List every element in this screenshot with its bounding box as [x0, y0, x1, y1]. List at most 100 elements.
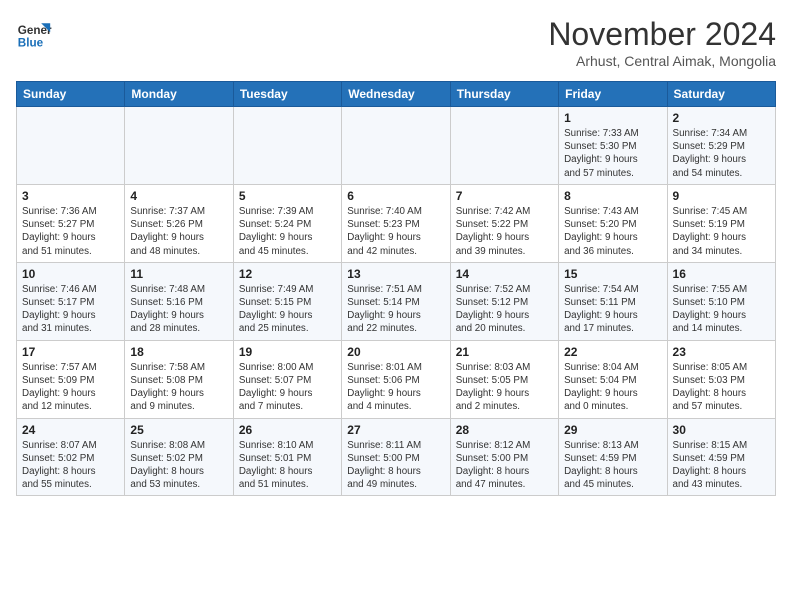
calendar-cell: 20 Sunrise: 8:01 AM Sunset: 5:06 PM Dayli…: [342, 340, 450, 418]
day-number: 6: [347, 189, 444, 203]
day-number: 11: [130, 267, 227, 281]
day-info: Sunrise: 7:33 AM Sunset: 5:30 PM Dayligh…: [564, 127, 661, 180]
day-info: Sunrise: 7:43 AM Sunset: 5:20 PM Dayligh…: [564, 205, 661, 258]
day-info: Sunrise: 7:51 AM Sunset: 5:14 PM Dayligh…: [347, 283, 444, 336]
day-info: Sunrise: 7:48 AM Sunset: 5:16 PM Dayligh…: [130, 283, 227, 336]
day-info: Sunrise: 8:01 AM Sunset: 5:06 PM Dayligh…: [347, 361, 444, 414]
month-title: November 2024: [548, 16, 776, 53]
title-block: November 2024 Arhust, Central Aimak, Mon…: [548, 16, 776, 69]
day-info: Sunrise: 7:34 AM Sunset: 5:29 PM Dayligh…: [673, 127, 770, 180]
calendar-cell: 21 Sunrise: 8:03 AM Sunset: 5:05 PM Dayli…: [450, 340, 558, 418]
day-info: Sunrise: 8:10 AM Sunset: 5:01 PM Dayligh…: [239, 439, 336, 492]
day-number: 17: [22, 345, 119, 359]
day-info: Sunrise: 8:07 AM Sunset: 5:02 PM Dayligh…: [22, 439, 119, 492]
column-header-monday: Monday: [125, 82, 233, 107]
day-number: 8: [564, 189, 661, 203]
day-info: Sunrise: 8:12 AM Sunset: 5:00 PM Dayligh…: [456, 439, 553, 492]
day-info: Sunrise: 7:49 AM Sunset: 5:15 PM Dayligh…: [239, 283, 336, 336]
calendar-cell: 3Sunrise: 7:36 AM Sunset: 5:27 PM Daylig…: [17, 184, 125, 262]
day-number: 10: [22, 267, 119, 281]
day-info: Sunrise: 8:15 AM Sunset: 4:59 PM Dayligh…: [673, 439, 770, 492]
day-number: 28: [456, 423, 553, 437]
calendar-cell: 24 Sunrise: 8:07 AM Sunset: 5:02 PM Dayli…: [17, 418, 125, 496]
svg-text:Blue: Blue: [18, 37, 44, 50]
column-header-saturday: Saturday: [667, 82, 775, 107]
calendar-cell: [342, 107, 450, 185]
day-number: 15: [564, 267, 661, 281]
calendar-header-row: SundayMondayTuesdayWednesdayThursdayFrid…: [17, 82, 776, 107]
day-info: Sunrise: 8:03 AM Sunset: 5:05 PM Dayligh…: [456, 361, 553, 414]
day-number: 4: [130, 189, 227, 203]
day-number: 12: [239, 267, 336, 281]
day-number: 9: [673, 189, 770, 203]
day-info: Sunrise: 7:58 AM Sunset: 5:08 PM Dayligh…: [130, 361, 227, 414]
column-header-tuesday: Tuesday: [233, 82, 341, 107]
calendar-cell: 8 Sunrise: 7:43 AM Sunset: 5:20 PM Daylig…: [559, 184, 667, 262]
calendar-cell: 7Sunrise: 7:42 AM Sunset: 5:22 PM Daylig…: [450, 184, 558, 262]
day-number: 18: [130, 345, 227, 359]
calendar-cell: 27 Sunrise: 8:11 AM Sunset: 5:00 PM Dayli…: [342, 418, 450, 496]
page-header: General Blue November 2024 Arhust, Centr…: [16, 16, 776, 69]
calendar-cell: [17, 107, 125, 185]
calendar-cell: [450, 107, 558, 185]
day-number: 13: [347, 267, 444, 281]
calendar-cell: 16 Sunrise: 7:55 AM Sunset: 5:10 PM Dayli…: [667, 262, 775, 340]
day-info: Sunrise: 7:52 AM Sunset: 5:12 PM Dayligh…: [456, 283, 553, 336]
calendar-cell: 28 Sunrise: 8:12 AM Sunset: 5:00 PM Dayli…: [450, 418, 558, 496]
day-number: 30: [673, 423, 770, 437]
calendar-cell: 6 Sunrise: 7:40 AM Sunset: 5:23 PM Daylig…: [342, 184, 450, 262]
day-info: Sunrise: 8:04 AM Sunset: 5:04 PM Dayligh…: [564, 361, 661, 414]
calendar-cell: [125, 107, 233, 185]
day-info: Sunrise: 7:55 AM Sunset: 5:10 PM Dayligh…: [673, 283, 770, 336]
day-number: 27: [347, 423, 444, 437]
calendar-cell: 13 Sunrise: 7:51 AM Sunset: 5:14 PM Dayli…: [342, 262, 450, 340]
day-number: 19: [239, 345, 336, 359]
day-number: 22: [564, 345, 661, 359]
calendar-week-row: 3Sunrise: 7:36 AM Sunset: 5:27 PM Daylig…: [17, 184, 776, 262]
day-number: 21: [456, 345, 553, 359]
column-header-sunday: Sunday: [17, 82, 125, 107]
calendar-cell: 19 Sunrise: 8:00 AM Sunset: 5:07 PM Dayli…: [233, 340, 341, 418]
day-info: Sunrise: 7:39 AM Sunset: 5:24 PM Dayligh…: [239, 205, 336, 258]
calendar-cell: 12 Sunrise: 7:49 AM Sunset: 5:15 PM Dayli…: [233, 262, 341, 340]
calendar-cell: 25Sunrise: 8:08 AM Sunset: 5:02 PM Dayli…: [125, 418, 233, 496]
calendar-cell: 30 Sunrise: 8:15 AM Sunset: 4:59 PM Dayli…: [667, 418, 775, 496]
day-number: 16: [673, 267, 770, 281]
day-info: Sunrise: 7:45 AM Sunset: 5:19 PM Dayligh…: [673, 205, 770, 258]
day-number: 23: [673, 345, 770, 359]
calendar-cell: 29Sunrise: 8:13 AM Sunset: 4:59 PM Dayli…: [559, 418, 667, 496]
day-number: 14: [456, 267, 553, 281]
calendar-cell: 10Sunrise: 7:46 AM Sunset: 5:17 PM Dayli…: [17, 262, 125, 340]
calendar-cell: 18 Sunrise: 7:58 AM Sunset: 5:08 PM Dayli…: [125, 340, 233, 418]
day-info: Sunrise: 7:40 AM Sunset: 5:23 PM Dayligh…: [347, 205, 444, 258]
calendar-cell: 17Sunrise: 7:57 AM Sunset: 5:09 PM Dayli…: [17, 340, 125, 418]
calendar-cell: 4 Sunrise: 7:37 AM Sunset: 5:26 PM Daylig…: [125, 184, 233, 262]
day-number: 3: [22, 189, 119, 203]
day-info: Sunrise: 7:54 AM Sunset: 5:11 PM Dayligh…: [564, 283, 661, 336]
calendar-cell: 5 Sunrise: 7:39 AM Sunset: 5:24 PM Daylig…: [233, 184, 341, 262]
calendar-cell: 14 Sunrise: 7:52 AM Sunset: 5:12 PM Dayli…: [450, 262, 558, 340]
calendar-cell: 9 Sunrise: 7:45 AM Sunset: 5:19 PM Daylig…: [667, 184, 775, 262]
calendar-cell: 22 Sunrise: 8:04 AM Sunset: 5:04 PM Dayli…: [559, 340, 667, 418]
day-number: 20: [347, 345, 444, 359]
logo-icon: General Blue: [16, 16, 52, 52]
day-number: 25: [130, 423, 227, 437]
day-info: Sunrise: 8:05 AM Sunset: 5:03 PM Dayligh…: [673, 361, 770, 414]
day-number: 29: [564, 423, 661, 437]
logo: General Blue: [16, 16, 52, 52]
calendar-week-row: 1 Sunrise: 7:33 AM Sunset: 5:30 PM Daylig…: [17, 107, 776, 185]
day-info: Sunrise: 7:37 AM Sunset: 5:26 PM Dayligh…: [130, 205, 227, 258]
day-info: Sunrise: 8:00 AM Sunset: 5:07 PM Dayligh…: [239, 361, 336, 414]
calendar-cell: 11 Sunrise: 7:48 AM Sunset: 5:16 PM Dayli…: [125, 262, 233, 340]
location: Arhust, Central Aimak, Mongolia: [548, 53, 776, 69]
calendar-cell: 15 Sunrise: 7:54 AM Sunset: 5:11 PM Dayli…: [559, 262, 667, 340]
day-number: 26: [239, 423, 336, 437]
day-number: 1: [564, 111, 661, 125]
day-info: Sunrise: 8:11 AM Sunset: 5:00 PM Dayligh…: [347, 439, 444, 492]
calendar-week-row: 17Sunrise: 7:57 AM Sunset: 5:09 PM Dayli…: [17, 340, 776, 418]
day-info: Sunrise: 7:42 AM Sunset: 5:22 PM Dayligh…: [456, 205, 553, 258]
column-header-friday: Friday: [559, 82, 667, 107]
day-number: 24: [22, 423, 119, 437]
calendar-cell: 23 Sunrise: 8:05 AM Sunset: 5:03 PM Dayli…: [667, 340, 775, 418]
day-number: 5: [239, 189, 336, 203]
